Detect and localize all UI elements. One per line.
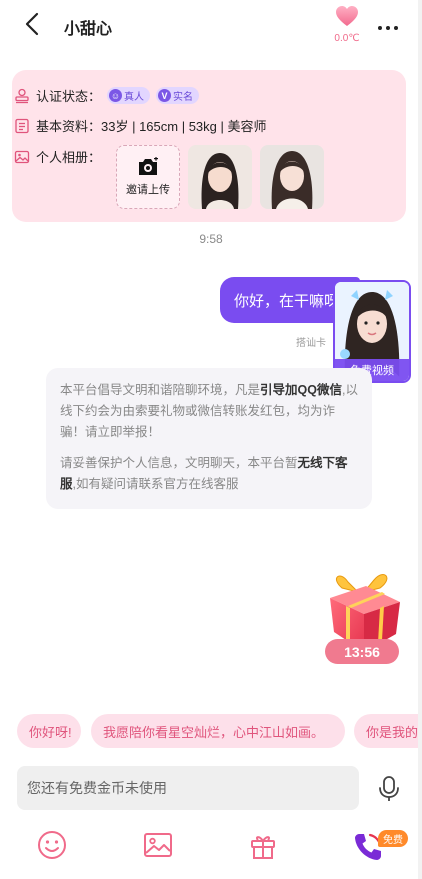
scrollbar[interactable]	[418, 0, 422, 879]
info-value: 33岁 | 165cm | 53kg | 美容师	[101, 119, 267, 134]
notice-paragraph: 请妥善保护个人信息，文明聊天，本平台暂无线下客服,如有疑问请联系官方在线客服	[60, 456, 348, 491]
quick-reply-chip[interactable]: 你好呀!	[17, 714, 81, 748]
upload-label: 邀请上传	[126, 184, 170, 196]
quick-reply-chip[interactable]: 你是我的	[354, 714, 422, 748]
emoji-icon[interactable]	[36, 829, 68, 861]
notice-paragraph: 本平台倡导文明和谐陪聊环境，凡是引导加QQ微信,以线下约会为由索要礼物或微信转账…	[60, 383, 358, 439]
back-arrow-icon[interactable]	[20, 10, 48, 38]
message-note: 搭讪卡	[296, 338, 326, 349]
header: 小甜心 0.0℃	[0, 0, 422, 52]
message-input[interactable]	[17, 766, 359, 810]
cert-label: 认证状态：	[36, 89, 102, 104]
heart-icon[interactable]	[335, 5, 359, 27]
album-photo[interactable]	[188, 145, 252, 209]
real-person-badge: ☺ 真人	[107, 87, 151, 104]
stamp-icon	[15, 88, 29, 103]
document-icon	[15, 118, 29, 133]
free-badge: 免费	[378, 830, 408, 847]
more-menu-icon[interactable]	[378, 17, 404, 30]
camera-icon	[139, 157, 158, 175]
invite-upload-button[interactable]: 邀请上传	[116, 145, 180, 209]
gift-icon[interactable]	[247, 829, 279, 861]
quick-reply-chip[interactable]: 我愿陪你看星空灿烂，心中江山如画。	[91, 714, 345, 748]
page-title: 小甜心	[64, 21, 113, 38]
album-row: 个人相册：	[14, 147, 101, 166]
chat-timestamp: 9:58	[199, 232, 223, 246]
platform-notice: 本平台倡导文明和谐陪聊环境，凡是引导加QQ微信,以线下约会为由索要礼物或微信转账…	[46, 368, 372, 509]
gift-countdown[interactable]: 13:56	[325, 639, 399, 664]
image-picker-icon[interactable]	[142, 829, 174, 861]
info-row: 基本资料： 33岁 | 165cm | 53kg | 美容师	[14, 116, 267, 135]
image-icon	[14, 150, 30, 163]
verified-icon: V	[158, 89, 172, 102]
face-icon: ☺	[109, 89, 123, 102]
real-name-badge: V 实名	[156, 87, 200, 104]
intimacy-temperature: 0.0℃	[334, 33, 360, 44]
message-text: 你好，在干嘛呀	[234, 292, 340, 310]
microphone-icon[interactable]	[376, 775, 402, 803]
cert-row: 认证状态： ☺ 真人 V 实名	[14, 86, 200, 105]
album-label: 个人相册：	[36, 150, 102, 165]
album-photo[interactable]	[260, 145, 324, 209]
info-label: 基本资料：	[36, 119, 102, 134]
